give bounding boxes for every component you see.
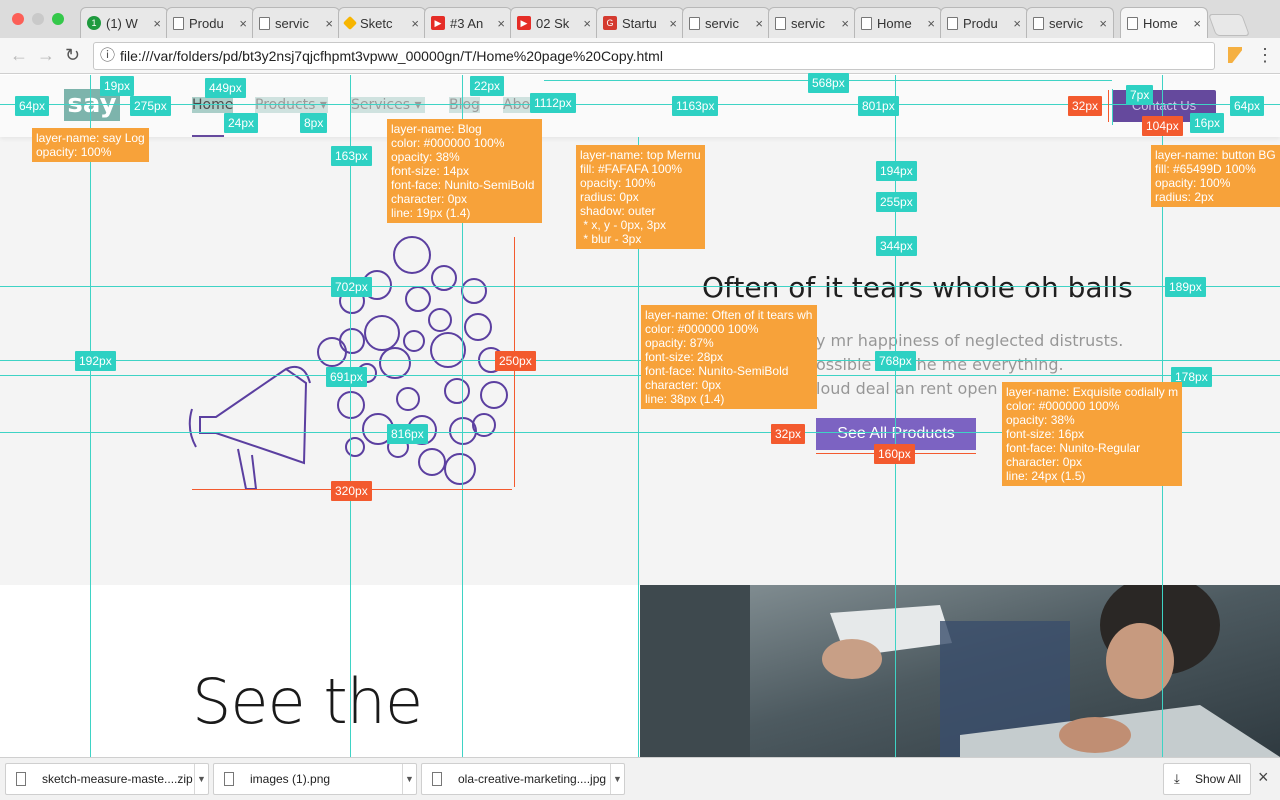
tab-close-icon[interactable]: × [497, 16, 505, 31]
downloads-bar: sketch-measure-maste....zip ▼ images (1)… [0, 757, 1280, 800]
nav-products-label: Products [255, 97, 316, 113]
show-all-label: Show All [1194, 772, 1241, 786]
browser-tab[interactable]: servic × [1026, 7, 1114, 38]
download-filename: images (1).png [250, 772, 331, 786]
new-tab-button[interactable] [1207, 14, 1251, 36]
browser-tab[interactable]: servic × [682, 7, 770, 38]
browser-tab[interactable]: Produ × [940, 7, 1028, 38]
web-page: say Home Products ▾ Services ▾ Blog Abo … [0, 75, 1280, 757]
whatsapp-icon: 1 [87, 16, 101, 30]
section-heading: Often of it tears whole oh balls [702, 271, 1133, 304]
browser-tab[interactable]: servic × [768, 7, 856, 38]
reload-button[interactable]: ↻ [65, 46, 80, 64]
nav-services-label: Services [351, 97, 411, 113]
document-icon [1127, 16, 1138, 30]
download-icon: ⤓ [1174, 771, 1180, 786]
browser-tab-strip: 1 (1) W × Produ × servic × Sketc × ▶ #3 An × ▶ 0… [0, 0, 1280, 38]
tab-close-icon[interactable]: × [755, 16, 763, 31]
tab-close-icon[interactable]: × [1099, 16, 1107, 31]
tab-close-icon[interactable]: × [841, 16, 849, 31]
address-url: file:///var/folders/pd/bt3y2nsj7qjcfhpmt… [120, 48, 663, 64]
document-icon [689, 16, 700, 30]
maximize-window-button[interactable] [52, 13, 64, 25]
site-info-icon[interactable]: ⓘ [100, 43, 115, 69]
nav-products[interactable]: Products ▾ [255, 97, 328, 113]
browser-menu-icon[interactable]: ⋮ [1256, 46, 1274, 64]
browser-tab[interactable]: ▶ #3 An × [424, 7, 512, 38]
people-working-photo [640, 585, 1280, 757]
lower-section-heading: See the [192, 665, 423, 738]
document-icon [775, 16, 786, 30]
browser-tab[interactable]: Home × [854, 7, 942, 38]
forward-button[interactable]: → [37, 46, 55, 64]
tab-close-icon[interactable]: × [669, 16, 677, 31]
browser-tab[interactable]: Produ × [166, 7, 254, 38]
paragraph-line: loud deal an rent open g [816, 379, 1013, 398]
close-window-button[interactable] [12, 13, 24, 25]
browser-tab[interactable]: 1 (1) W × [80, 7, 168, 38]
chevron-down-icon[interactable]: ▼ [610, 764, 624, 794]
chevron-down-icon: ▾ [414, 97, 422, 113]
tab-close-icon[interactable]: × [153, 16, 161, 31]
image-file-icon [432, 772, 442, 786]
download-filename: sketch-measure-maste....zip [42, 772, 193, 786]
sketch-icon [342, 15, 358, 31]
browser-tab[interactable]: servic × [252, 7, 340, 38]
document-icon [947, 16, 958, 30]
close-downloads-icon[interactable]: × [1258, 767, 1269, 788]
tab-close-icon[interactable]: × [583, 16, 591, 31]
contact-us-button[interactable]: Contact Us [1112, 90, 1216, 122]
download-item[interactable]: images (1).png ▼ [213, 763, 417, 795]
document-icon [259, 16, 270, 30]
download-filename: ola-creative-marketing....jpg [458, 772, 607, 786]
tab-close-icon[interactable]: × [325, 16, 333, 31]
browser-tab[interactable]: ▶ 02 Sk × [510, 7, 598, 38]
nav-active-indicator [192, 135, 224, 137]
chevron-down-icon: ▾ [319, 97, 327, 113]
site-logo[interactable]: say [64, 89, 120, 121]
google-icon: G [603, 16, 617, 30]
youtube-icon: ▶ [431, 16, 445, 30]
tab-close-icon[interactable]: × [927, 16, 935, 31]
nav-home[interactable]: Home [192, 97, 234, 113]
address-bar[interactable]: ⓘ file:///var/folders/pd/bt3y2nsj7qjcfhp… [93, 42, 1215, 70]
back-button[interactable]: ← [10, 46, 28, 64]
see-all-products-button[interactable]: See All Products [816, 418, 976, 450]
marketing-illustration [188, 236, 508, 490]
paragraph-line: y mr happiness of neglected distrusts. [816, 331, 1124, 350]
browser-tab-active[interactable]: Home × [1120, 7, 1208, 38]
image-file-icon [224, 772, 234, 786]
nav-blog[interactable]: Blog [449, 97, 480, 113]
tab-close-icon[interactable]: × [411, 16, 419, 31]
download-item[interactable]: ola-creative-marketing....jpg ▼ [421, 763, 625, 795]
nav-about[interactable]: Abo [503, 97, 531, 113]
paragraph-line: ossible cted he me everything. [816, 355, 1064, 374]
tab-close-icon[interactable]: × [1193, 16, 1201, 31]
tab-close-icon[interactable]: × [1013, 16, 1021, 31]
file-icon [16, 772, 26, 786]
browser-tab[interactable]: G Startu × [596, 7, 684, 38]
document-icon [861, 16, 872, 30]
tab-close-icon[interactable]: × [239, 16, 247, 31]
nav-services[interactable]: Services ▾ [351, 97, 425, 113]
chevron-down-icon[interactable]: ▼ [402, 764, 416, 794]
chevron-down-icon[interactable]: ▼ [194, 764, 208, 794]
show-all-downloads-button[interactable]: ⤓ Show All [1163, 763, 1251, 795]
browser-tab[interactable]: Sketc × [338, 7, 426, 38]
sketch-extension-icon[interactable] [1228, 47, 1242, 63]
document-icon [173, 16, 184, 30]
document-icon [1033, 16, 1044, 30]
download-item[interactable]: sketch-measure-maste....zip ▼ [5, 763, 209, 795]
youtube-icon: ▶ [517, 16, 531, 30]
minimize-window-button[interactable] [32, 13, 44, 25]
